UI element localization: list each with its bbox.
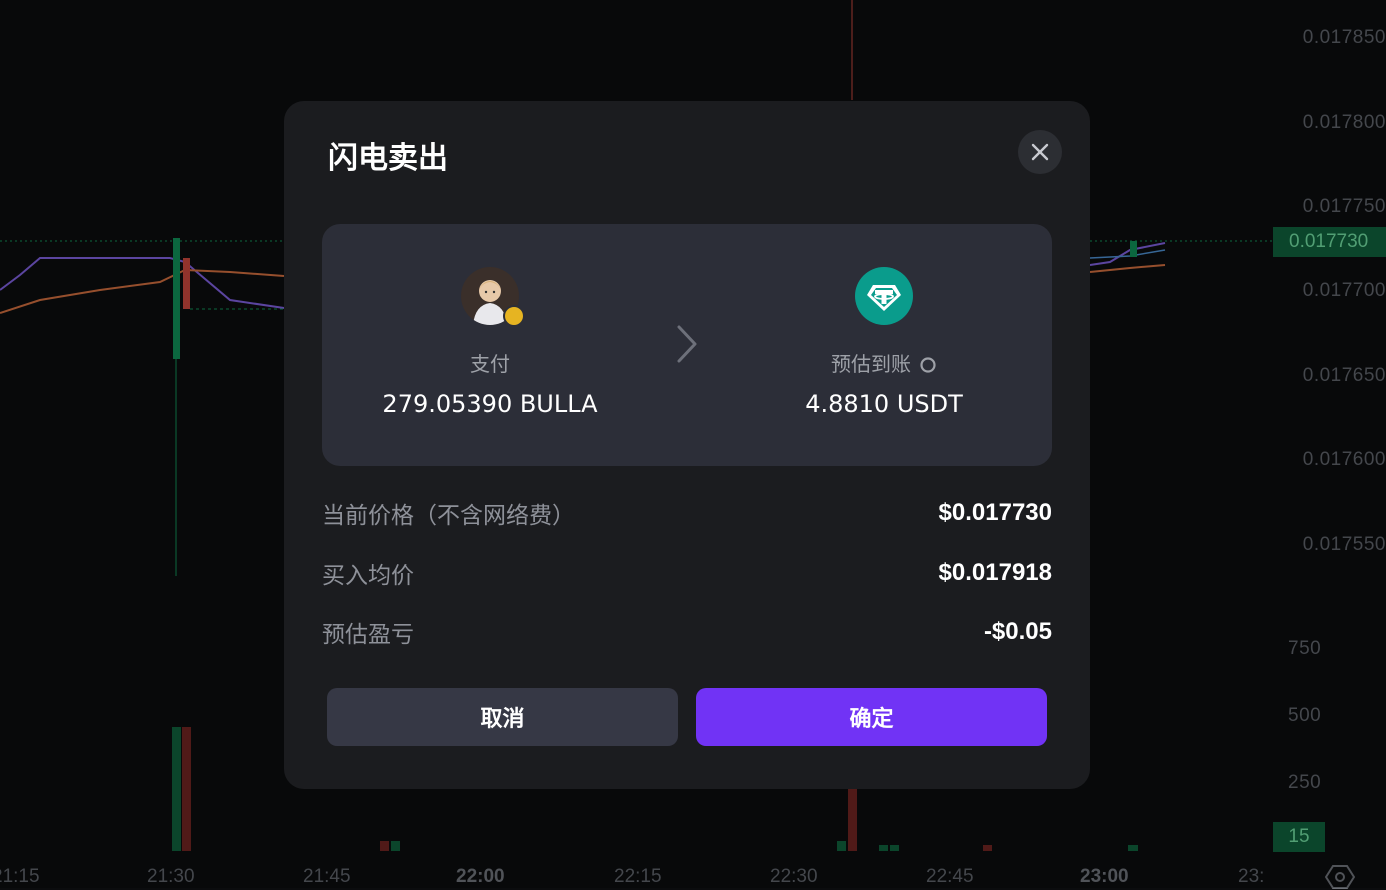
receive-section: 预估到账 4.8810 USDT — [719, 224, 1049, 466]
close-icon — [1031, 143, 1049, 161]
close-button[interactable] — [1018, 130, 1062, 174]
pay-section: 支付 279.05390 BULLA — [325, 224, 655, 466]
pay-amount: 279.05390 BULLA — [382, 390, 598, 418]
swap-summary-card: 支付 279.05390 BULLA 预估到账 4.8810 USDT — [322, 224, 1052, 466]
confirm-button[interactable]: 确定 — [696, 688, 1047, 746]
estimated-pnl-row: 预估盈亏 -$0.05 — [322, 614, 1052, 650]
usdt-icon — [855, 267, 913, 325]
dialog-title: 闪电卖出 — [328, 141, 448, 176]
current-price-row: 当前价格（不含网络费） $0.017730 — [322, 495, 1052, 531]
avg-buy-price-value: $0.017918 — [938, 559, 1052, 586]
avg-buy-price-row: 买入均价 $0.017918 — [322, 555, 1052, 591]
cancel-button[interactable]: 取消 — [327, 688, 678, 746]
pay-label: 支付 — [470, 352, 510, 376]
receive-label-text: 预估到账 — [831, 352, 911, 376]
receive-label: 预估到账 — [719, 348, 1049, 377]
avg-buy-price-label: 买入均价 — [322, 563, 414, 589]
chevron-right-icon — [677, 325, 697, 363]
loading-icon — [920, 357, 936, 373]
estimated-pnl-value: -$0.05 — [983, 618, 1052, 645]
receive-amount: 4.8810 USDT — [805, 390, 963, 418]
current-price-value: $0.017730 — [938, 499, 1052, 526]
verified-badge-icon — [503, 305, 525, 327]
current-price-label: 当前价格（不含网络费） — [322, 503, 575, 529]
estimated-pnl-label: 预估盈亏 — [322, 622, 414, 648]
flash-sell-dialog: 闪电卖出 支付 279.05390 BULLA 预估到账 4.8810 USDT… — [284, 101, 1090, 789]
